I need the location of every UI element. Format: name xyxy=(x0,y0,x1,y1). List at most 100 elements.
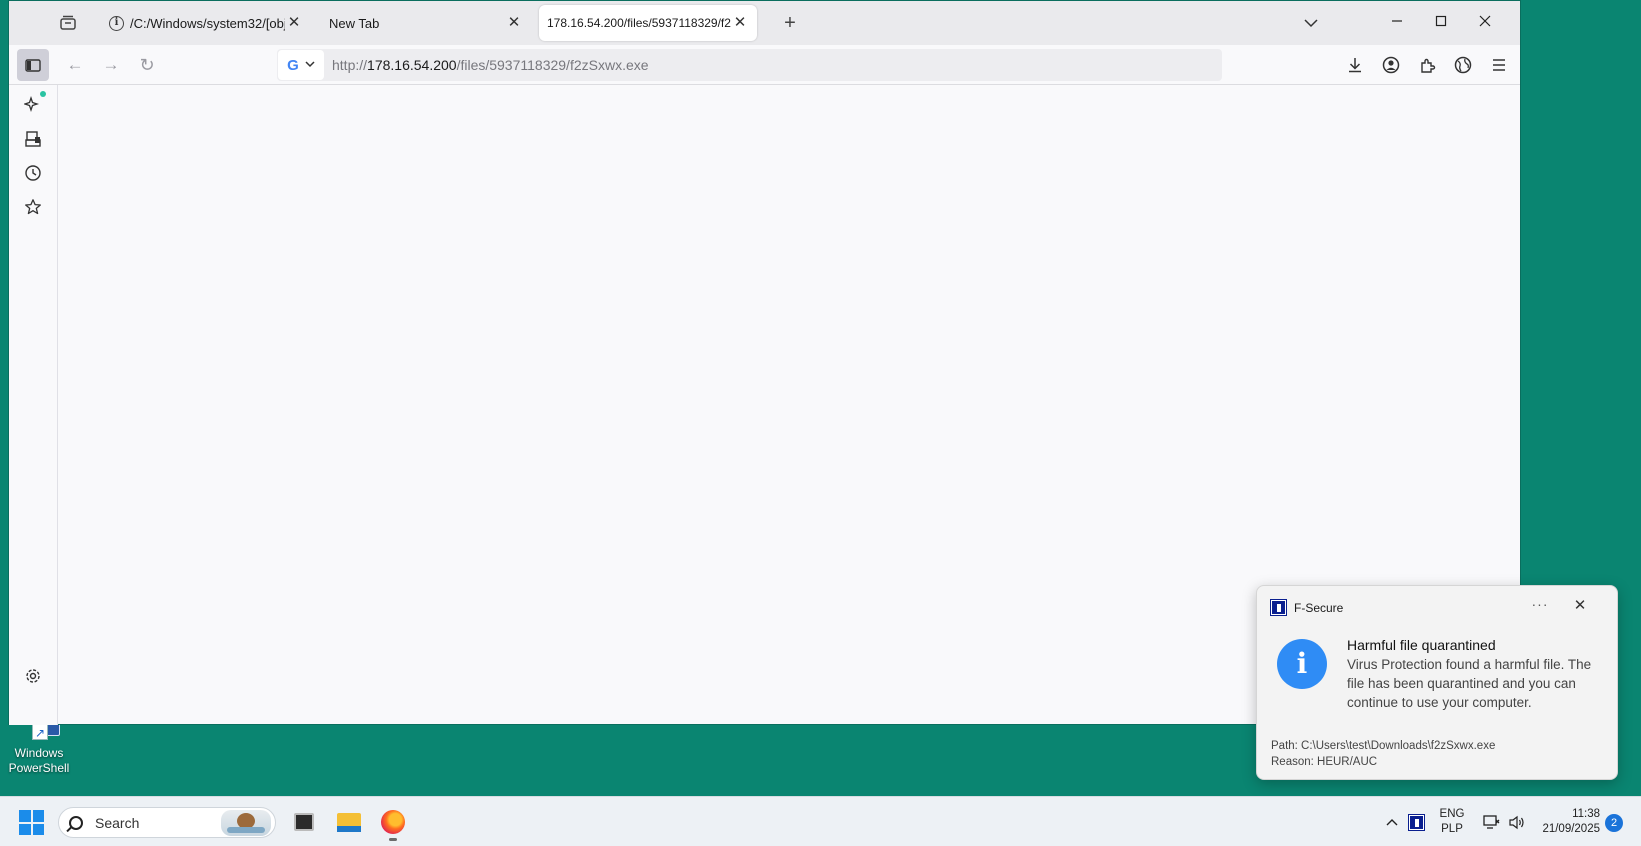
chevron-up-icon xyxy=(1386,819,1398,826)
clock-time: 11:38 xyxy=(1572,808,1600,820)
close-window-button[interactable] xyxy=(1467,9,1503,37)
input-language-indicator[interactable]: ENG PLP xyxy=(1434,807,1470,837)
account-icon xyxy=(1382,56,1400,74)
sidebar-rail xyxy=(9,85,58,725)
tab-title: New Tab xyxy=(329,15,380,31)
minimize-button[interactable] xyxy=(1379,9,1415,37)
tab-strip: i /C:/Windows/system32/[object ✕ New Tab… xyxy=(9,1,1520,45)
tab-active-download[interactable]: 178.16.54.200/files/5937118329/f2z ✕ xyxy=(539,5,757,41)
desktop-icon-powershell[interactable]: ↗ Windows PowerShell xyxy=(4,716,74,776)
notification-more-button[interactable]: ··· xyxy=(1528,596,1552,616)
maximize-button[interactable] xyxy=(1423,9,1459,37)
forward-button[interactable]: → xyxy=(97,51,125,79)
search-highlight-image xyxy=(221,810,271,836)
show-hidden-icons-button[interactable] xyxy=(1380,805,1404,839)
clock[interactable]: 11:38 21/09/2025 xyxy=(1530,807,1600,837)
notification-body: Virus Protection found a harmful file. T… xyxy=(1347,657,1592,710)
tab-title: /C:/Windows/system32/[object xyxy=(130,15,285,31)
chevron-down-icon xyxy=(305,60,315,71)
back-button[interactable]: ← xyxy=(61,51,89,79)
tab-manager-button[interactable] xyxy=(57,13,79,33)
info-icon: i xyxy=(1277,639,1327,689)
tray-fsecure[interactable] xyxy=(1404,805,1428,839)
tab-close-button[interactable]: ✕ xyxy=(731,14,749,32)
sparkle-icon xyxy=(24,95,40,113)
arrow-left-icon: ← xyxy=(66,55,84,74)
tab-system32[interactable]: i /C:/Windows/system32/[object ✕ xyxy=(101,5,311,41)
url-scheme: http:// xyxy=(332,57,368,73)
address-bar[interactable]: G http://178.16.54.200/files/5937118329/… xyxy=(277,49,1222,81)
windows-logo-icon xyxy=(19,810,31,822)
reload-icon: ↻ xyxy=(139,55,155,75)
tab-new-tab[interactable]: New Tab ✕ xyxy=(321,5,531,41)
bookmarks-button[interactable] xyxy=(18,192,48,222)
taskbar-file-explorer[interactable] xyxy=(332,805,366,839)
vpn-button[interactable] xyxy=(1449,51,1477,79)
notification-count-badge[interactable]: 2 xyxy=(1605,814,1623,832)
folder-icon xyxy=(337,812,361,832)
network-icon xyxy=(1482,814,1499,829)
extensions-button[interactable] xyxy=(1413,51,1441,79)
synced-tabs-button[interactable] xyxy=(18,124,48,154)
notification-header: F-Secure xyxy=(1270,599,1344,616)
new-tab-button[interactable]: + xyxy=(779,13,801,33)
notification-reason: Reason: HEUR/AUC xyxy=(1271,756,1378,768)
taskbar: Search ENG PLP 11:38 21/09/2025 2 xyxy=(0,796,1641,846)
puzzle-icon xyxy=(1420,58,1435,73)
taskbar-firefox[interactable] xyxy=(376,805,410,841)
minimize-icon xyxy=(1392,20,1402,22)
url-host: 178.16.54.200 xyxy=(367,57,457,73)
taskbar-search[interactable]: Search xyxy=(58,807,276,838)
tab-manager-icon xyxy=(60,15,76,30)
desktop-icon-label: Windows PowerShell xyxy=(8,746,70,775)
google-icon: G xyxy=(287,56,299,74)
tray-volume[interactable] xyxy=(1504,805,1530,839)
tab-close-button[interactable]: ✕ xyxy=(505,14,523,32)
downloads-button[interactable] xyxy=(1341,51,1369,79)
speaker-icon xyxy=(1508,815,1524,829)
notification-close-button[interactable]: ✕ xyxy=(1568,596,1592,616)
search-placeholder: Search xyxy=(95,814,140,831)
download-icon xyxy=(1349,58,1361,73)
account-button[interactable] xyxy=(1377,51,1405,79)
tab-title: 178.16.54.200/files/5937118329/f2z xyxy=(547,16,731,30)
gear-icon xyxy=(26,669,40,683)
fsecure-logo-icon xyxy=(1270,599,1287,616)
globe-shield-icon xyxy=(1454,56,1472,74)
clock-date: 21/09/2025 xyxy=(1542,823,1600,835)
history-button[interactable] xyxy=(18,158,48,188)
sidebar-icon xyxy=(25,58,41,72)
notification-toast[interactable]: F-Secure ··· ✕ i Harmful file quarantine… xyxy=(1256,585,1618,780)
clock-icon xyxy=(25,165,41,181)
close-icon xyxy=(1479,15,1491,27)
ai-chatbot-button[interactable] xyxy=(18,89,48,119)
taskbar-terminal[interactable] xyxy=(287,805,321,839)
list-all-tabs-button[interactable] xyxy=(1293,9,1329,37)
sidebar-settings-button[interactable] xyxy=(18,661,48,691)
hamburger-menu-icon xyxy=(1493,59,1505,71)
fsecure-logo-icon xyxy=(1407,813,1425,831)
notification-path: Path: C:\Users\test\Downloads\f2zSxwx.ex… xyxy=(1271,740,1496,752)
language-code: ENG xyxy=(1439,808,1465,820)
chevron-down-icon xyxy=(1304,19,1318,28)
maximize-icon xyxy=(1435,15,1447,27)
navigation-toolbar: ← → ↻ G http://178.16.54.200/files/59371… xyxy=(9,45,1520,85)
tray-network[interactable] xyxy=(1478,805,1504,839)
info-icon: i xyxy=(109,15,124,31)
start-button[interactable] xyxy=(19,810,44,835)
url-text[interactable]: http://178.16.54.200/files/5937118329/f2… xyxy=(332,57,649,73)
sidebar-toggle-button[interactable] xyxy=(17,49,49,81)
status-dot xyxy=(40,91,46,97)
star-icon xyxy=(25,199,41,215)
reload-button[interactable]: ↻ xyxy=(133,51,161,79)
synced-tabs-icon xyxy=(25,131,41,147)
search-icon xyxy=(69,815,83,830)
app-menu-button[interactable] xyxy=(1485,51,1513,79)
notification-details: Path: C:\Users\test\Downloads\f2zSxwx.ex… xyxy=(1271,738,1495,770)
arrow-right-icon: → xyxy=(102,55,120,74)
firefox-icon xyxy=(381,810,405,834)
notification-app-name: F-Secure xyxy=(1294,600,1344,615)
tab-close-button[interactable]: ✕ xyxy=(285,14,303,32)
notification-title: Harmful file quarantined xyxy=(1347,637,1496,653)
search-engine-button[interactable]: G xyxy=(278,50,324,80)
